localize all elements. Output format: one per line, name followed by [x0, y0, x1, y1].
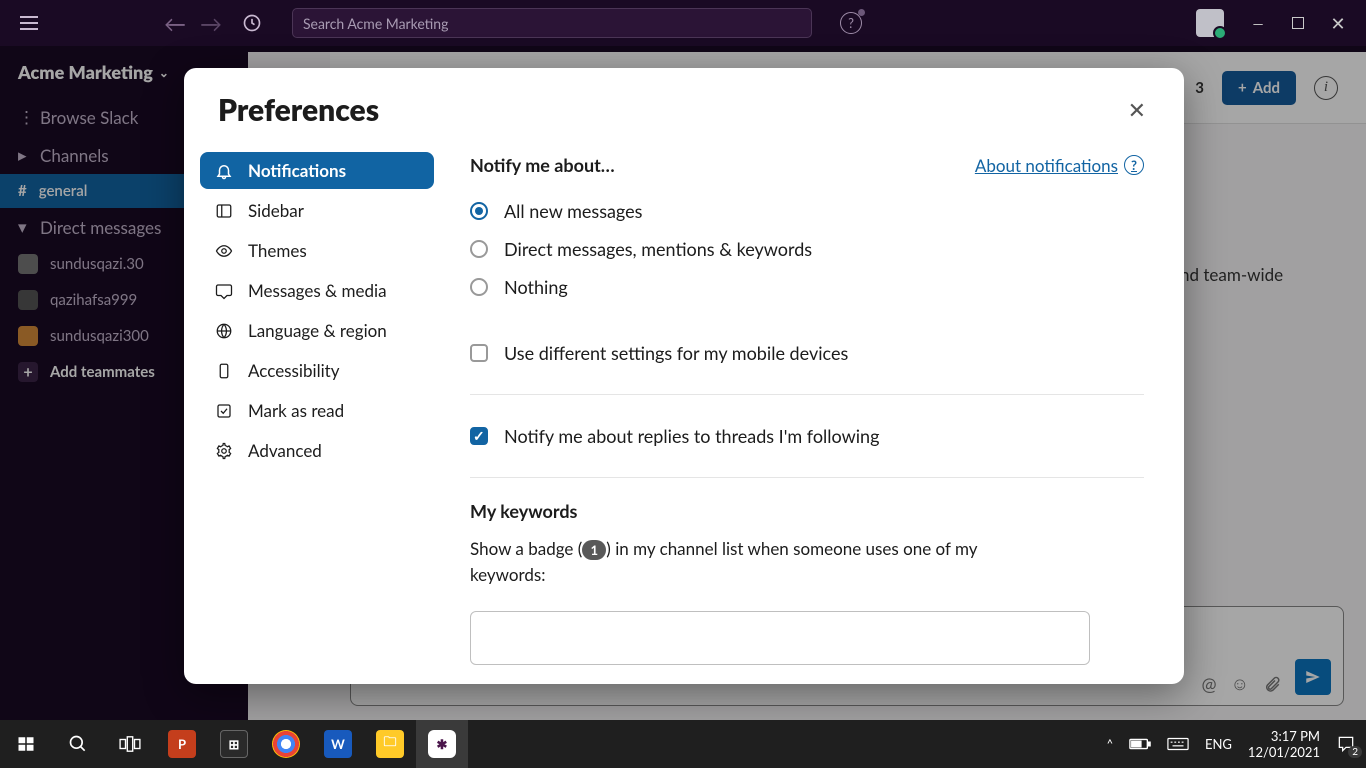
radio-icon — [470, 278, 488, 296]
globe-icon — [214, 321, 234, 341]
prefnav-accessibility[interactable]: Accessibility — [200, 352, 434, 389]
search-icon[interactable] — [52, 720, 104, 768]
eye-icon — [214, 241, 234, 261]
keywords-description: Show a badge (1) in my channel list when… — [470, 536, 1030, 589]
taskbar-explorer[interactable]: 🗀 — [364, 720, 416, 768]
history-nav: ← → — [164, 10, 262, 37]
start-button[interactable] — [0, 720, 52, 768]
taskbar-word[interactable]: W — [312, 720, 364, 768]
tray-chevron-up-icon[interactable]: ˄ — [1107, 736, 1113, 752]
chat-icon — [214, 281, 234, 301]
help-icon[interactable]: ? — [840, 12, 862, 34]
language-indicator[interactable]: ENG — [1205, 736, 1232, 752]
hamburger-icon[interactable] — [20, 11, 44, 35]
window-close-icon[interactable]: ✕ — [1330, 12, 1346, 35]
bell-icon — [214, 161, 234, 181]
back-arrow-icon[interactable]: ← — [164, 10, 186, 37]
user-avatar[interactable] — [1196, 9, 1224, 37]
radio-nothing[interactable]: Nothing — [470, 268, 1174, 306]
taskbar-store[interactable]: ⊞ — [208, 720, 260, 768]
taskbar-slack[interactable]: ✱ — [416, 720, 468, 768]
search-input[interactable]: Search Acme Marketing — [292, 8, 812, 38]
preferences-content: Notify me about… About notifications ? A… — [450, 144, 1184, 684]
divider — [470, 477, 1144, 478]
keywords-input[interactable] — [470, 611, 1090, 665]
search-placeholder: Search Acme Marketing — [303, 15, 448, 32]
action-center-icon[interactable] — [1336, 734, 1356, 754]
preferences-modal: Preferences ✕ Notifications Sidebar Them… — [184, 68, 1184, 684]
taskbar-powerpoint[interactable]: P — [156, 720, 208, 768]
gear-icon — [214, 441, 234, 461]
prefnav-messages-media[interactable]: Messages & media — [200, 272, 434, 309]
checkbox-thread-replies[interactable]: Notify me about replies to threads I'm f… — [470, 417, 1174, 455]
taskbar-clock[interactable]: 3:17 PM 12/01/2021 — [1248, 728, 1320, 761]
system-tray: ˄ ENG 3:17 PM 12/01/2021 — [1097, 728, 1366, 761]
keywords-title: My keywords — [470, 500, 1174, 522]
radio-all-new-messages[interactable]: All new messages — [470, 192, 1174, 230]
about-notifications-link[interactable]: About notifications ? — [975, 155, 1144, 176]
close-icon[interactable]: ✕ — [1124, 92, 1150, 128]
radio-icon — [470, 202, 488, 220]
divider — [470, 394, 1144, 395]
window-maximize-icon[interactable] — [1292, 17, 1304, 29]
windows-taskbar: P ⊞ W 🗀 ✱ ˄ ENG 3:17 PM 12/01/2021 — [0, 720, 1366, 768]
badge-icon: 1 — [582, 540, 606, 560]
prefnav-themes[interactable]: Themes — [200, 232, 434, 269]
battery-icon[interactable] — [1129, 737, 1151, 751]
radio-dm-mentions[interactable]: Direct messages, mentions & keywords — [470, 230, 1174, 268]
prefnav-sidebar[interactable]: Sidebar — [200, 192, 434, 229]
forward-arrow-icon[interactable]: → — [200, 10, 222, 37]
notify-radio-group: All new messages Direct messages, mentio… — [470, 192, 1174, 306]
checkbox-icon — [470, 344, 488, 362]
window-titlebar: ← → Search Acme Marketing ? — ✕ — [0, 0, 1366, 46]
prefnav-language-region[interactable]: Language & region — [200, 312, 434, 349]
modal-title: Preferences — [218, 92, 379, 128]
sidebar-icon — [214, 201, 234, 221]
check-icon — [214, 401, 234, 421]
prefnav-notifications[interactable]: Notifications — [200, 152, 434, 189]
question-icon: ? — [1124, 155, 1144, 175]
accessibility-icon — [214, 361, 234, 381]
prefnav-mark-as-read[interactable]: Mark as read — [200, 392, 434, 429]
radio-icon — [470, 240, 488, 258]
checkbox-mobile-settings[interactable]: Use different settings for my mobile dev… — [470, 334, 1174, 372]
prefnav-advanced[interactable]: Advanced — [200, 432, 434, 469]
notify-section-title: Notify me about… — [470, 154, 615, 176]
preferences-nav: Notifications Sidebar Themes Messages & … — [184, 144, 450, 684]
taskbar-chrome[interactable] — [260, 720, 312, 768]
keyboard-icon[interactable] — [1167, 737, 1189, 751]
history-clock-icon[interactable] — [242, 13, 262, 33]
checkbox-icon — [470, 427, 488, 445]
task-view-icon[interactable] — [104, 720, 156, 768]
window-minimize-icon[interactable]: — — [1250, 15, 1266, 32]
